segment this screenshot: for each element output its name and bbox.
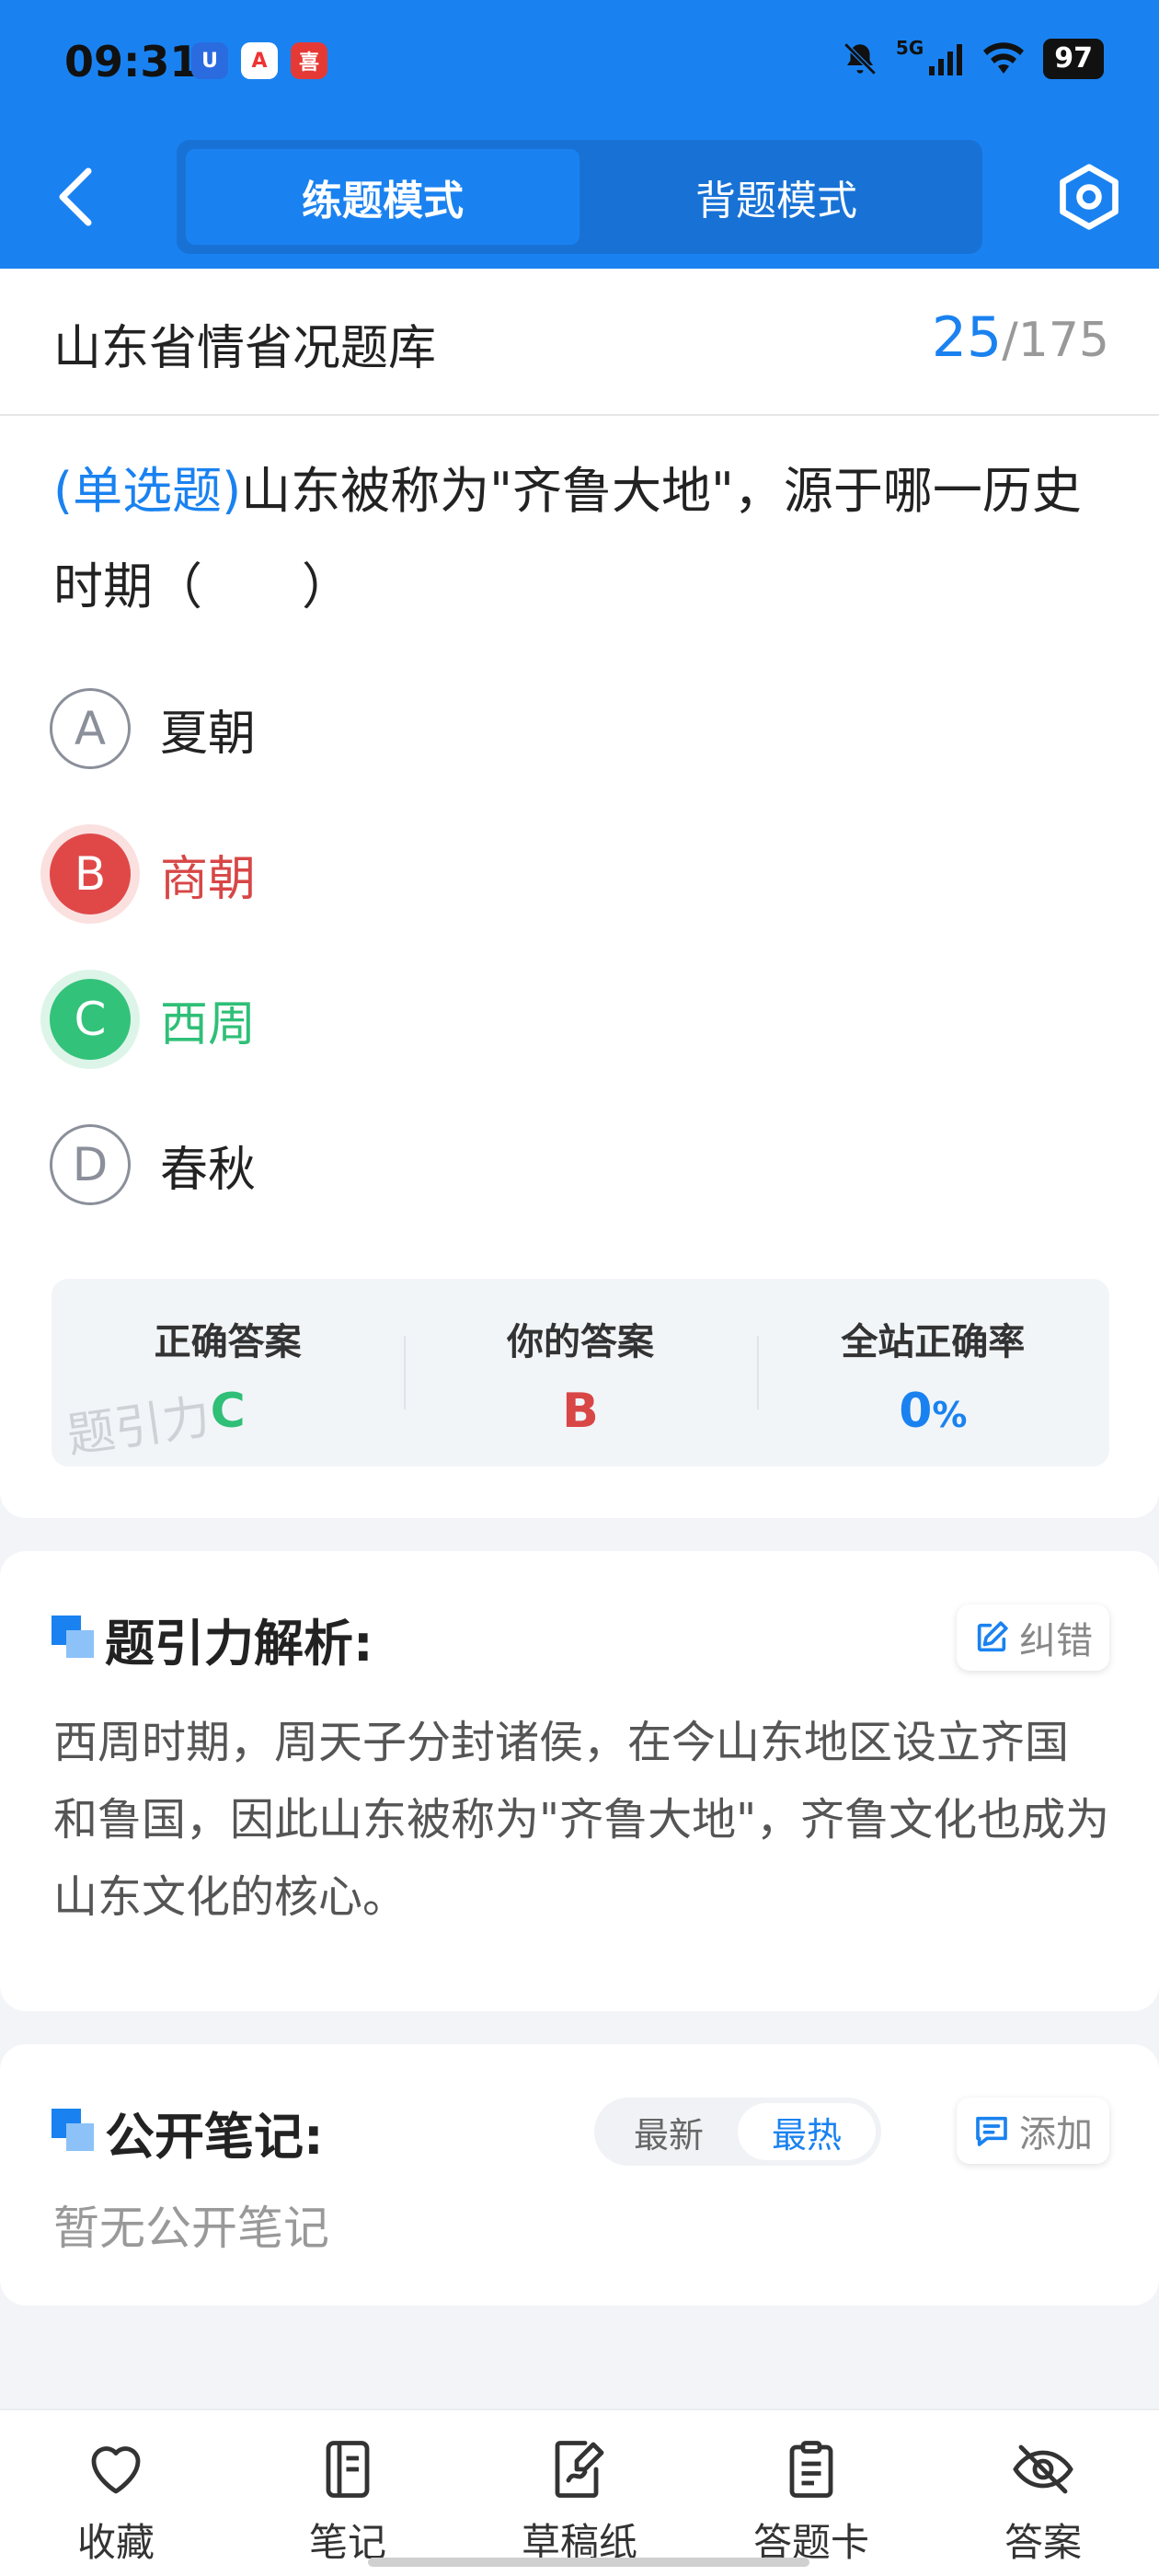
option-letter: D [50, 1124, 131, 1205]
bottom-tab-bar: 收藏 笔记 草稿纸 答题卡 答案 [0, 2409, 1159, 2576]
wifi-icon [983, 42, 1025, 74]
option-a[interactable]: A 夏朝 [50, 683, 878, 775]
sort-newest[interactable]: 最新 [600, 2103, 738, 2160]
option-text: 夏朝 [160, 706, 257, 762]
battery-indicator: 97 [1043, 39, 1104, 79]
option-letter: C [50, 979, 131, 1060]
tab-notes[interactable]: 笔记 [232, 2410, 464, 2576]
top-header: 09:31 U A 喜 5G 97 练题模式 背题模式 [0, 0, 1159, 269]
your-answer-label: 你的答案 [506, 1321, 654, 1363]
app-notification-icon: A [241, 42, 278, 79]
tab-draft-paper[interactable]: 草稿纸 [464, 2410, 695, 2576]
tab-label: 答案 [1004, 2520, 1082, 2565]
edit-icon [977, 1621, 1008, 1652]
tab-practice-mode[interactable]: 练题模式 [186, 149, 580, 245]
heart-icon [91, 2446, 141, 2494]
option-text: 西周 [160, 996, 257, 1052]
progress-total: 175 [1017, 313, 1109, 368]
answer-result-box: 正确答案 C 题引力 你的答案 B 全站正确率 0% [52, 1279, 1109, 1466]
answer-sheet-icon [789, 2441, 833, 2498]
comment-icon [976, 2116, 1007, 2146]
question-type: (单选题) [53, 462, 242, 520]
report-error-label: 纠错 [1019, 1620, 1093, 1662]
mute-bell-icon [843, 42, 877, 75]
question-card: 山东省情省况题库 25/175 (单选题)山东被称为"齐鲁大地"，源于哪一历史时… [0, 269, 1159, 1518]
draft-paper-icon [555, 2441, 604, 2498]
status-time: 09:31 [64, 37, 200, 86]
option-letter: B [50, 834, 131, 914]
bank-header: 山东省情省况题库 25/175 [0, 269, 1159, 416]
accuracy-label: 全站正确率 [841, 1321, 1026, 1363]
mode-toggle: 练题模式 背题模式 [177, 140, 982, 254]
settings-hexagon-icon[interactable] [1054, 162, 1124, 232]
accuracy-number: 0 [899, 1384, 933, 1439]
analysis-title: 题引力解析: [105, 1615, 373, 1673]
status-icons: 5G 97 [841, 37, 1104, 79]
tab-memorize-mode[interactable]: 背题模式 [580, 149, 973, 245]
nav-bar: 练题模式 背题模式 [0, 138, 1159, 256]
back-arrow-icon[interactable] [48, 166, 103, 228]
correct-answer-column: 正确答案 C 题引力 [52, 1279, 404, 1466]
accuracy-column: 全站正确率 0% [756, 1279, 1109, 1466]
notes-sort-toggle: 最新 最热 [594, 2098, 881, 2166]
sort-hottest[interactable]: 最热 [738, 2103, 876, 2160]
accuracy-value: 0% [757, 1384, 1109, 1439]
section-square-icon [52, 1616, 94, 1658]
app-notification-icon: 喜 [291, 42, 327, 79]
section-square-icon [52, 2109, 94, 2151]
app-notification-icon: U [191, 42, 228, 79]
tab-favorite[interactable]: 收藏 [0, 2410, 232, 2576]
notebook-icon [326, 2441, 370, 2498]
correct-answer-label: 正确答案 [154, 1321, 302, 1363]
tab-show-answer[interactable]: 答案 [927, 2410, 1159, 2576]
add-note-button[interactable]: 添加 [957, 2098, 1109, 2164]
option-text: 商朝 [160, 851, 257, 907]
progress-separator: / [1002, 313, 1018, 368]
eye-off-icon [1013, 2444, 1073, 2494]
accuracy-unit: % [932, 1395, 968, 1435]
report-error-button[interactable]: 纠错 [957, 1604, 1109, 1671]
tab-label: 收藏 [76, 2520, 155, 2565]
progress-current: 25 [931, 305, 1003, 370]
notes-title: 公开笔记: [105, 2108, 324, 2166]
option-b[interactable]: B 商朝 [50, 828, 878, 920]
your-answer-value: B [562, 1384, 599, 1439]
your-answer-column: 你的答案 B [404, 1279, 756, 1466]
option-c[interactable]: C 西周 [50, 973, 878, 1065]
analysis-text: 西周时期，周天子分封诸侯，在今山东地区设立齐国和鲁国，因此山东被称为"齐鲁大地"… [53, 1717, 1110, 1923]
option-d[interactable]: D 春秋 [50, 1119, 878, 1211]
question-text: (单选题)山东被称为"齐鲁大地"，源于哪一历史时期（ ） [53, 443, 1111, 635]
status-bar: 09:31 U A 喜 5G 97 [0, 26, 1159, 99]
network-type: 5G [895, 37, 924, 59]
home-indicator[interactable] [368, 2558, 809, 2567]
add-note-label: 添加 [1019, 2113, 1093, 2156]
bank-title: 山东省情省况题库 [53, 321, 437, 376]
notes-empty-text: 暂无公开笔记 [53, 2202, 329, 2255]
question-progress[interactable]: 25/175 [932, 305, 1109, 370]
tab-answer-sheet[interactable]: 答题卡 [695, 2410, 927, 2576]
option-letter: A [50, 688, 131, 769]
public-notes-card: 公开笔记: 最新 最热 添加 暂无公开笔记 [0, 2044, 1159, 2306]
signal-icon [929, 44, 963, 75]
analysis-card: 题引力解析: 纠错 西周时期，周天子分封诸侯，在今山东地区设立齐国和鲁国，因此山… [0, 1551, 1159, 2011]
option-text: 春秋 [160, 1142, 257, 1198]
